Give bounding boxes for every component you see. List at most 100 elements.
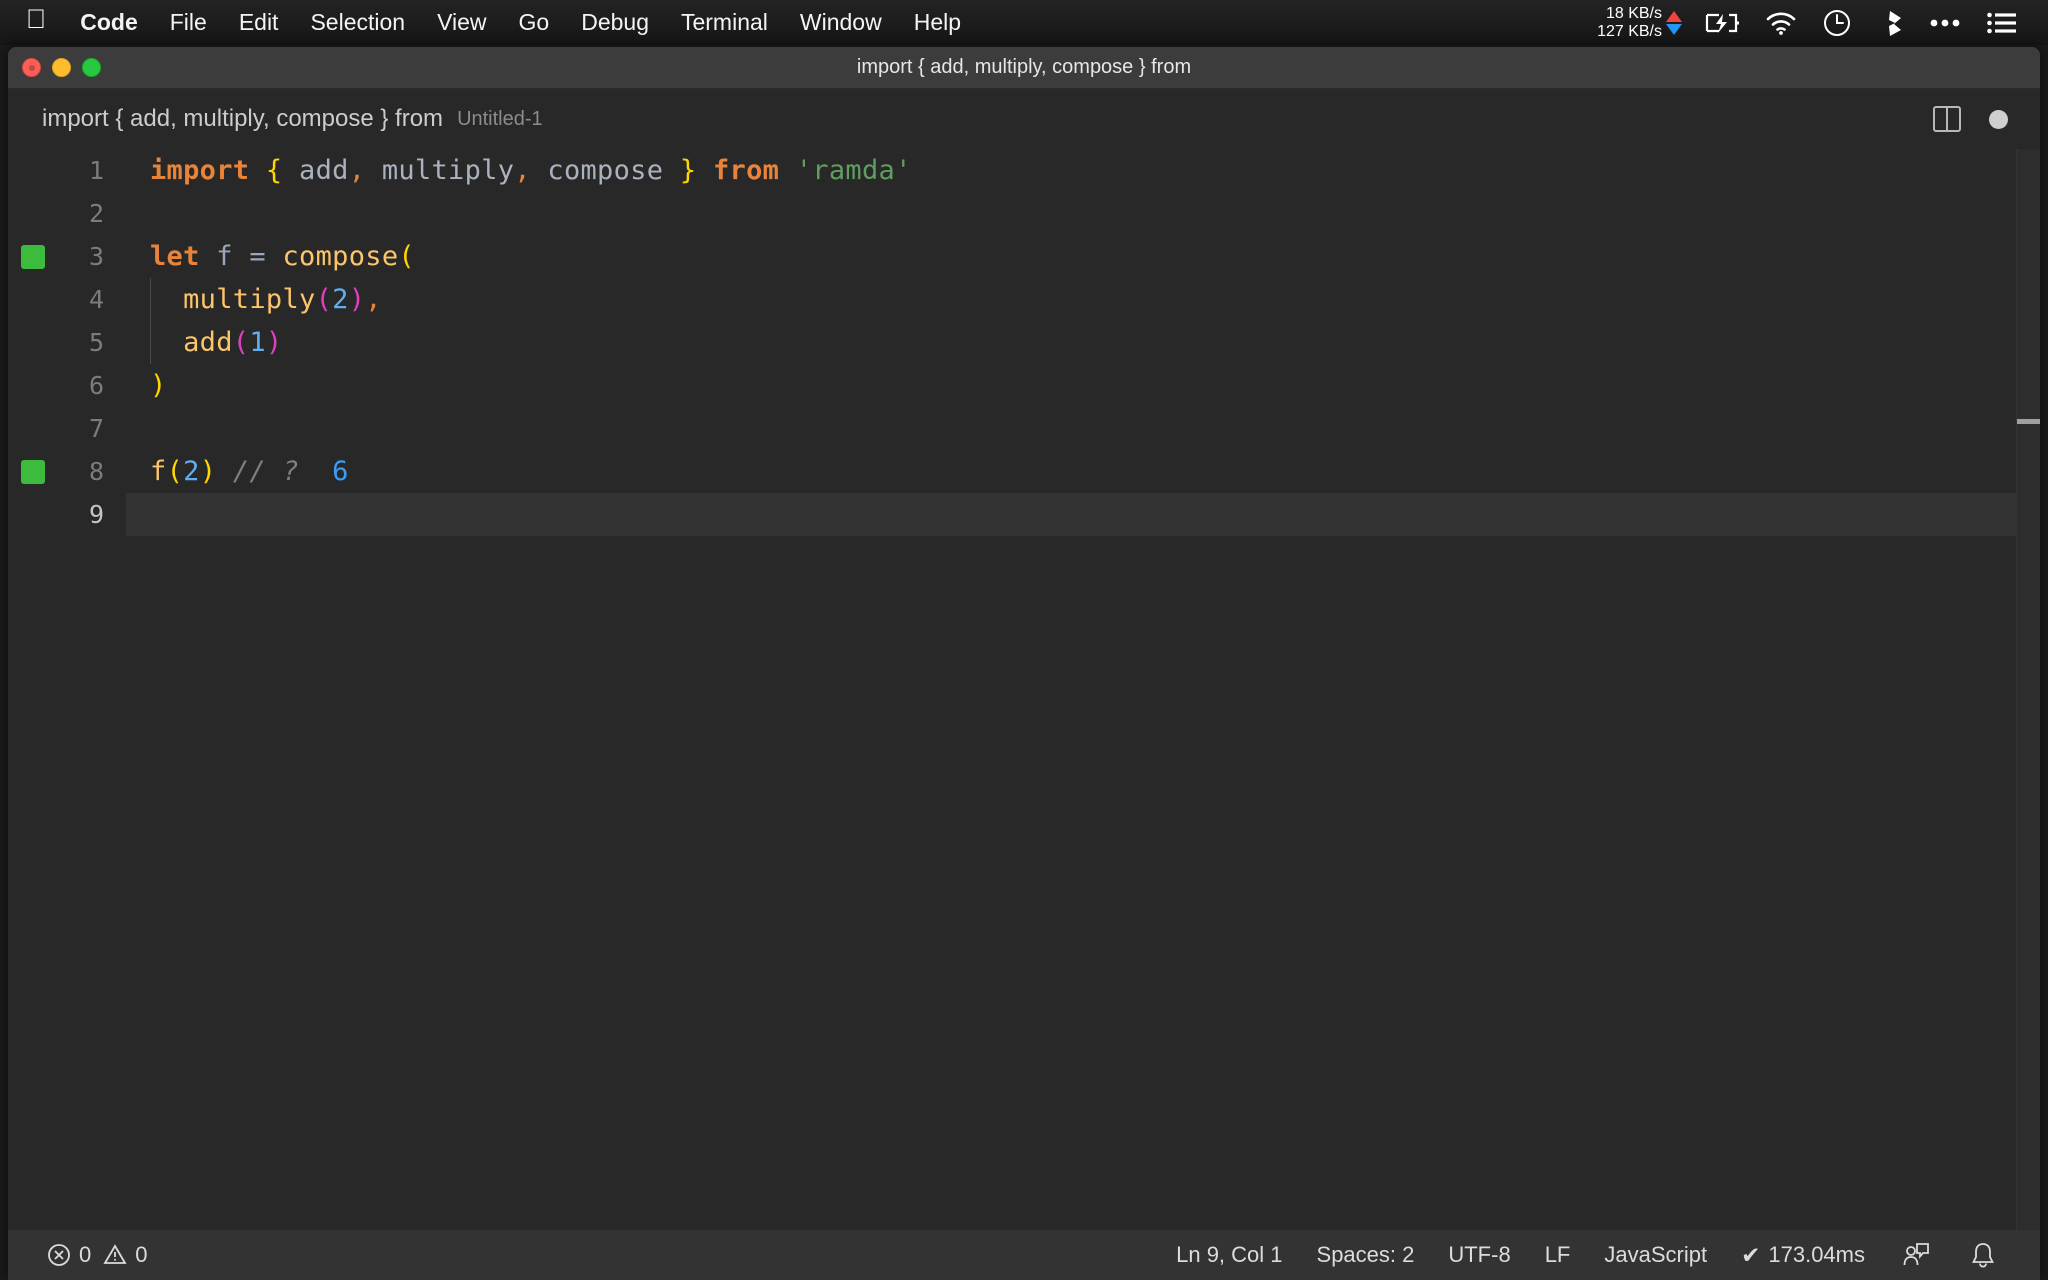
network-upload-speed: 18 KB/s (1605, 4, 1662, 22)
menu-item-terminal[interactable]: Terminal (665, 0, 784, 45)
code-token: add (183, 327, 233, 358)
status-bar-right: Ln 9, Col 1 Spaces: 2 UTF-8 LF JavaScrip… (1159, 1230, 2040, 1280)
runtime-indicator[interactable]: ✔ 173.04ms (1724, 1230, 1882, 1280)
code-line[interactable]: 4 multiply(2), (8, 278, 2040, 321)
code-line[interactable]: 5 add(1) (8, 321, 2040, 364)
code-line-content[interactable]: ) (126, 364, 2040, 407)
maximize-button[interactable] (82, 58, 101, 77)
line-number: 5 (88, 328, 104, 357)
close-button[interactable] (22, 58, 41, 77)
code-token: multiply (183, 284, 316, 315)
editor-actions (1933, 106, 2040, 132)
network-speed-indicator[interactable]: 18 KB/s 127 KB/s (1587, 5, 1692, 41)
code-token: from (712, 155, 780, 186)
code-line[interactable]: 3 let f = compose( (8, 235, 2040, 278)
minimize-button[interactable] (52, 58, 71, 77)
code-token: let (150, 241, 200, 272)
code-line-content[interactable] (126, 192, 2040, 235)
language-mode[interactable]: JavaScript (1587, 1230, 1724, 1280)
eol-setting[interactable]: LF (1528, 1230, 1588, 1280)
code-line-content[interactable] (126, 407, 2040, 450)
menu-item-debug[interactable]: Debug (565, 0, 665, 45)
menu-item-go[interactable]: Go (503, 0, 566, 45)
list-menu-icon[interactable] (1974, 0, 2030, 45)
code-token: , (514, 155, 531, 186)
window-title-bar: import { add, multiply, compose } from (8, 47, 2040, 89)
overview-ruler-mark (2017, 419, 2040, 424)
code-token: = (249, 241, 266, 272)
traffic-light-buttons (8, 58, 101, 77)
cursor-position[interactable]: Ln 9, Col 1 (1159, 1230, 1299, 1280)
code-token: ) (150, 370, 167, 401)
menu-item-view[interactable]: View (421, 0, 502, 45)
wifi-icon[interactable] (1752, 0, 1810, 45)
code-line[interactable]: 2 (8, 192, 2040, 235)
menu-item-selection[interactable]: Selection (294, 0, 421, 45)
unsaved-dot-icon[interactable] (1989, 109, 2008, 129)
code-token: ( (315, 284, 333, 315)
line-number: 6 (88, 371, 104, 400)
breadcrumb-file-label[interactable]: Untitled-1 (443, 108, 543, 131)
vscode-window: import { add, multiply, compose } from i… (8, 47, 2040, 1280)
apple-logo-icon[interactable]:  (0, 6, 64, 33)
clock-icon[interactable] (1810, 0, 1864, 45)
runtime-duration: 173.04ms (1768, 1242, 1865, 1267)
code-line-content[interactable]: let f = compose( (126, 235, 2040, 278)
code-token: ) (265, 327, 283, 358)
code-token: , (365, 284, 382, 315)
code-line-content[interactable] (126, 493, 2040, 536)
code-token: multiply (365, 155, 515, 186)
menu-item-code[interactable]: Code (64, 0, 154, 45)
code-line-content[interactable]: add(1) (126, 321, 2040, 364)
battery-charging-icon[interactable] (1692, 0, 1752, 45)
code-line[interactable]: 1 import { add, multiply, compose } from … (8, 149, 2040, 192)
code-lines[interactable]: 1 import { add, multiply, compose } from … (8, 149, 2040, 536)
code-text: import { add, multiply, compose } from '… (150, 155, 912, 186)
code-line-content[interactable]: f(2) // ? 6 (126, 450, 2040, 493)
code-token: f (216, 241, 233, 272)
live-execution-marker (21, 244, 45, 269)
menu-item-window[interactable]: Window (784, 0, 898, 45)
code-token: import (150, 155, 250, 186)
code-text: add(1) (150, 327, 282, 358)
code-token: 'ramda' (795, 155, 912, 186)
indent-guide (150, 321, 151, 364)
breadcrumb: import { add, multiply, compose } from U… (8, 89, 2040, 149)
code-line[interactable]: 7 (8, 407, 2040, 450)
code-line-content[interactable]: import { add, multiply, compose } from '… (126, 149, 2040, 192)
breadcrumb-main-label[interactable]: import { add, multiply, compose } from (42, 105, 443, 133)
code-token: compose (282, 241, 399, 272)
code-text: let f = compose( (150, 241, 415, 272)
overview-ruler-scrollbar[interactable] (2016, 149, 2040, 1230)
feedback-icon[interactable] (1882, 1230, 1950, 1280)
code-editor[interactable]: 1 import { add, multiply, compose } from … (8, 149, 2040, 1230)
bell-icon[interactable] (1950, 1230, 2016, 1280)
ellipsis-icon[interactable] (1916, 0, 1974, 45)
error-icon (47, 1243, 71, 1267)
download-arrow-icon (1666, 23, 1682, 35)
code-token: ( (398, 241, 415, 272)
menu-item-help[interactable]: Help (898, 0, 977, 45)
code-line[interactable]: 8 f(2) // ? 6 (8, 450, 2040, 493)
problems-indicator[interactable]: 0 0 (30, 1230, 169, 1280)
code-line-content[interactable]: multiply(2), (126, 278, 2040, 321)
menu-item-file[interactable]: File (154, 0, 223, 45)
code-line[interactable]: 9 (8, 493, 2040, 536)
line-number: 7 (88, 414, 104, 443)
code-line[interactable]: 6) (8, 364, 2040, 407)
dropbox-icon[interactable] (1864, 0, 1916, 45)
menu-item-edit[interactable]: Edit (223, 0, 295, 45)
code-text: f(2) // ? 6 (150, 456, 349, 487)
code-token: 2 (183, 456, 200, 487)
indent-setting[interactable]: Spaces: 2 (1300, 1230, 1432, 1280)
encoding-setting[interactable]: UTF-8 (1431, 1230, 1527, 1280)
menu-bar-items:  Code File Edit Selection View Go Debug… (0, 0, 977, 45)
status-bar: 0 0 Ln 9, Col 1 Spaces: 2 UTF-8 LF JavaS… (8, 1230, 2040, 1280)
split-editor-icon[interactable] (1933, 106, 1961, 132)
